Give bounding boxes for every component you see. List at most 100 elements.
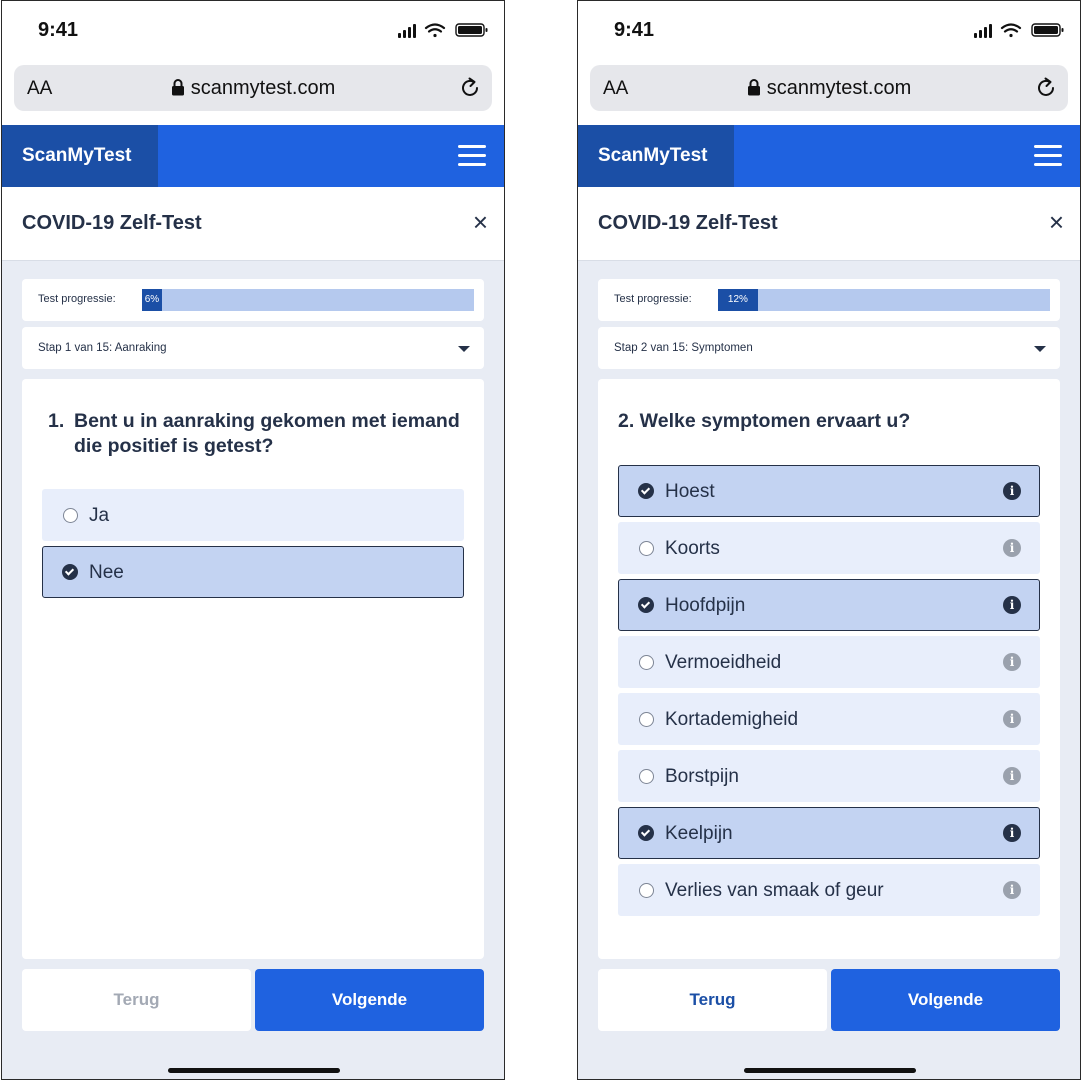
- menu-icon[interactable]: [458, 145, 486, 167]
- site-navbar: ScanMyTest: [2, 125, 504, 187]
- question-text: 1. Bent u in aanraking gekomen met ieman…: [48, 409, 464, 459]
- test-header: COVID-19 Zelf-Test ×: [2, 187, 504, 261]
- next-button[interactable]: Volgende: [831, 969, 1060, 1031]
- info-icon[interactable]: i: [1003, 653, 1021, 671]
- info-icon[interactable]: i: [1003, 710, 1021, 728]
- option-label: Kortademigheid: [665, 709, 799, 730]
- progress-fill: 12%: [718, 289, 758, 311]
- radio-icon[interactable]: [639, 769, 654, 784]
- menu-icon[interactable]: [1034, 145, 1062, 167]
- step-selector[interactable]: Stap 1 van 15: Aanraking: [22, 327, 484, 369]
- site-navbar: ScanMyTest: [578, 125, 1080, 187]
- signal-icon: [974, 24, 992, 38]
- footer-buttons: Terug Volgende: [22, 969, 484, 1031]
- next-button[interactable]: Volgende: [255, 969, 484, 1031]
- home-indicator: [744, 1068, 916, 1073]
- url-text: scanmytest.com: [190, 77, 336, 99]
- progress-bar: 12%: [718, 289, 1050, 311]
- phone-screen-right: 9:41 AA scanmytest.com ScanMyTest COVID-…: [577, 0, 1081, 1080]
- signal-icon: [398, 24, 416, 38]
- browser-chrome: AA scanmytest.com: [578, 61, 1080, 125]
- step-selector[interactable]: Stap 2 van 15: Symptomen: [598, 327, 1060, 369]
- option-label: Vermoeidheid: [665, 652, 782, 673]
- url-text: scanmytest.com: [766, 77, 912, 99]
- chevron-down-icon: [1034, 346, 1046, 352]
- status-time: 9:41: [38, 19, 79, 41]
- answer-option[interactable]: Borstpijn i: [618, 750, 1040, 802]
- status-icons: [974, 23, 1064, 38]
- check-circle-icon[interactable]: [638, 825, 654, 841]
- phone-screen-left: 9:41 AA scanmytest.com ScanMyTest COVID-…: [1, 0, 505, 1080]
- option-label: Keelpijn: [665, 823, 733, 844]
- brand-logo[interactable]: ScanMyTest: [578, 125, 734, 187]
- step-label: Stap 2 van 15: Symptomen: [614, 342, 753, 354]
- info-icon[interactable]: i: [1003, 824, 1021, 842]
- question-body: Bent u in aanraking gekomen met iemand d…: [74, 410, 460, 457]
- radio-icon[interactable]: [639, 712, 654, 727]
- radio-icon[interactable]: [63, 508, 78, 523]
- info-icon[interactable]: i: [1003, 767, 1021, 785]
- back-button[interactable]: Terug: [598, 969, 827, 1031]
- answer-option[interactable]: Hoest i: [618, 465, 1040, 517]
- check-circle-icon[interactable]: [638, 483, 654, 499]
- info-icon[interactable]: i: [1003, 596, 1021, 614]
- answer-option[interactable]: Kortademigheid i: [618, 693, 1040, 745]
- address-bar[interactable]: AA scanmytest.com: [14, 65, 492, 111]
- answer-option[interactable]: Ja: [42, 489, 464, 541]
- check-circle-icon[interactable]: [638, 597, 654, 613]
- check-circle-icon[interactable]: [62, 564, 78, 580]
- close-icon[interactable]: ×: [473, 209, 488, 235]
- status-bar: 9:41: [2, 1, 504, 61]
- option-label: Koorts: [665, 538, 720, 559]
- reload-icon[interactable]: [458, 76, 482, 100]
- progress-bar: 6%: [142, 289, 474, 311]
- option-label: Nee: [89, 562, 124, 583]
- progress-card: Test progressie: 12%: [598, 279, 1060, 321]
- option-label: Verlies van smaak of geur: [665, 880, 884, 901]
- answer-option[interactable]: Keelpijn i: [618, 807, 1040, 859]
- status-icons: [398, 23, 488, 38]
- status-bar: 9:41: [578, 1, 1080, 61]
- progress-card: Test progressie: 6%: [22, 279, 484, 321]
- option-label: Ja: [89, 505, 110, 526]
- info-icon[interactable]: i: [1003, 539, 1021, 557]
- info-icon[interactable]: i: [1003, 482, 1021, 500]
- question-text: 2. Welke symptomen ervaart u?: [618, 409, 1040, 434]
- browser-chrome: AA scanmytest.com: [2, 61, 504, 125]
- url-display[interactable]: scanmytest.com: [590, 77, 1068, 100]
- chevron-down-icon: [458, 346, 470, 352]
- progress-fill: 6%: [142, 289, 162, 311]
- radio-icon[interactable]: [639, 541, 654, 556]
- answer-options: Hoest i Koorts i Hoofdpijn i Vermoeidheid i Kort…: [618, 465, 1040, 921]
- answer-option[interactable]: Vermoeidheid i: [618, 636, 1040, 688]
- radio-icon[interactable]: [639, 655, 654, 670]
- battery-icon: [1031, 23, 1064, 37]
- home-indicator: [168, 1068, 340, 1073]
- lock-icon: [747, 79, 760, 96]
- answer-option[interactable]: Koorts i: [618, 522, 1040, 574]
- answer-option[interactable]: Verlies van smaak of geur i: [618, 864, 1040, 916]
- question-card: 1. Bent u in aanraking gekomen met ieman…: [22, 379, 484, 959]
- radio-icon[interactable]: [639, 883, 654, 898]
- battery-icon: [455, 23, 488, 37]
- answer-option[interactable]: Nee: [42, 546, 464, 598]
- question-body: 2. Welke symptomen ervaart u?: [618, 410, 911, 432]
- brand-logo[interactable]: ScanMyTest: [2, 125, 158, 187]
- url-display[interactable]: scanmytest.com: [14, 77, 492, 100]
- step-label: Stap 1 van 15: Aanraking: [38, 342, 167, 354]
- status-time: 9:41: [614, 19, 655, 41]
- wifi-icon: [424, 23, 446, 38]
- info-icon[interactable]: i: [1003, 881, 1021, 899]
- close-icon[interactable]: ×: [1049, 209, 1064, 235]
- back-button[interactable]: Terug: [22, 969, 251, 1031]
- address-bar[interactable]: AA scanmytest.com: [590, 65, 1068, 111]
- reload-icon[interactable]: [1034, 76, 1058, 100]
- answer-options: Ja Nee: [42, 489, 464, 603]
- option-label: Borstpijn: [665, 766, 739, 787]
- progress-label: Test progressie:: [38, 293, 116, 305]
- lock-icon: [171, 79, 184, 96]
- page-title: COVID-19 Zelf-Test: [22, 212, 202, 234]
- answer-option[interactable]: Hoofdpijn i: [618, 579, 1040, 631]
- wifi-icon: [1000, 23, 1022, 38]
- question-card: 2. Welke symptomen ervaart u? Hoest i Koor…: [598, 379, 1060, 959]
